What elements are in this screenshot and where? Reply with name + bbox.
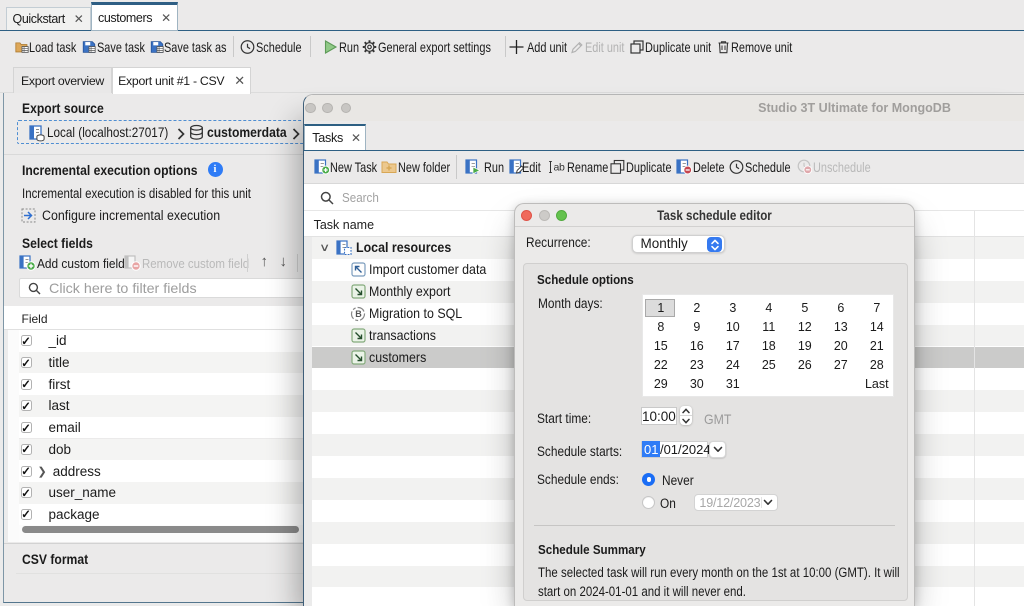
- svg-text:B: B: [355, 309, 362, 319]
- svg-text:ab: ab: [553, 162, 565, 174]
